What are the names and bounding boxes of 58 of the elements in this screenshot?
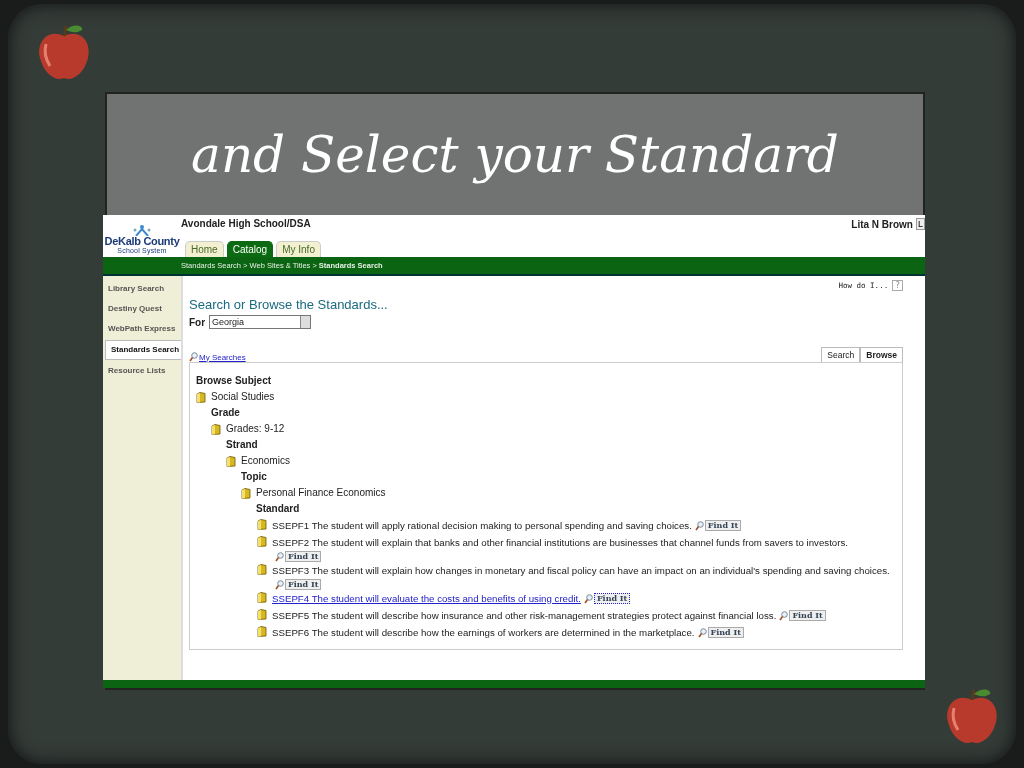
folder-icon xyxy=(226,455,236,467)
find-it-button[interactable]: Find It xyxy=(285,579,322,590)
standard-text[interactable]: SSEPF3 The student will explain how changes in monetary and fiscal policy can have an impact on an individual's spending and saving choices. xyxy=(272,562,890,579)
search-icon xyxy=(189,352,198,362)
level-heading: Topic xyxy=(241,470,268,484)
standard-text[interactable]: SSEPF4 The student will evaluate the costs and benefits of using credit. xyxy=(272,590,581,607)
view-tab[interactable]: Browse xyxy=(860,347,903,362)
standard-text[interactable]: SSEPF5 The student will describe how insurance and other risk-management strategies protect against financial loss. xyxy=(272,607,777,624)
find-it-button[interactable]: Find It xyxy=(707,627,744,638)
nav-tab[interactable]: My Info xyxy=(276,241,321,257)
tree-item[interactable]: Grades: 9-12 xyxy=(226,421,285,437)
logout-button[interactable]: L xyxy=(916,218,925,230)
find-it-button[interactable]: Find It xyxy=(593,593,631,604)
state-dropdown[interactable]: Georgia xyxy=(209,315,312,329)
tree-item[interactable]: Personal Finance Economics xyxy=(256,485,386,501)
nav-tab[interactable]: Home xyxy=(185,241,224,257)
folder-icon xyxy=(211,423,221,435)
magnifier-icon xyxy=(697,627,707,638)
for-label: For xyxy=(189,316,206,328)
find-it-button[interactable]: Find It xyxy=(789,610,826,621)
level-heading: Standard xyxy=(256,502,301,516)
view-tab[interactable]: Search xyxy=(821,347,861,362)
magnifier-icon xyxy=(275,579,284,590)
find-it-button[interactable]: Find It xyxy=(285,551,322,562)
my-searches-link[interactable]: My Searches xyxy=(199,352,246,362)
magnifier-icon xyxy=(583,593,593,604)
standard-text[interactable]: SSEPF2 The student will explain that banks and other financial institutions are businesses that channel funds from savers to investors. xyxy=(272,534,848,551)
nav-tab[interactable]: Catalog xyxy=(226,241,274,257)
folder-icon xyxy=(196,391,206,403)
level-heading: Browse Subject xyxy=(196,374,273,388)
magnifier-icon xyxy=(694,520,704,531)
school-name: Avondale High School/DSA xyxy=(181,218,311,230)
sidebar-item[interactable]: WebPath Express xyxy=(103,320,181,338)
slide-title: and Select your Standard xyxy=(191,125,839,184)
magnifier-icon xyxy=(779,610,789,621)
sidebar-item[interactable]: Standards Search xyxy=(105,340,181,360)
folder-icon xyxy=(257,519,267,530)
magnifier-icon xyxy=(275,551,284,562)
tree-item[interactable]: Economics xyxy=(241,453,290,469)
page-heading: Search or Browse the Standards... xyxy=(189,297,389,312)
level-heading: Strand xyxy=(226,438,259,452)
standard-text[interactable]: SSEPF1 The student will apply rational decision making to personal spending and saving choices. xyxy=(272,517,692,534)
help-button[interactable]: ? xyxy=(892,280,903,291)
level-heading: Grade xyxy=(211,406,241,420)
tree-item[interactable]: Social Studies xyxy=(211,389,275,405)
folder-icon xyxy=(241,487,251,499)
folder-icon xyxy=(257,626,267,637)
folder-icon xyxy=(257,536,267,547)
sidebar-item[interactable]: Resource Lists xyxy=(103,362,181,380)
user-name: Lita N Brown xyxy=(851,218,913,230)
folder-icon xyxy=(257,609,267,620)
sidebar-item[interactable]: Library Search xyxy=(103,280,181,298)
sidebar-item[interactable]: Destiny Quest xyxy=(103,300,181,318)
folder-icon xyxy=(257,592,267,603)
folder-icon xyxy=(257,564,267,575)
standard-text[interactable]: SSEPF6 The student will describe how the earnings of workers are determined in the marketplace. xyxy=(272,624,695,641)
find-it-button[interactable]: Find It xyxy=(704,520,742,531)
logo-text: DeKalb County xyxy=(104,236,180,247)
